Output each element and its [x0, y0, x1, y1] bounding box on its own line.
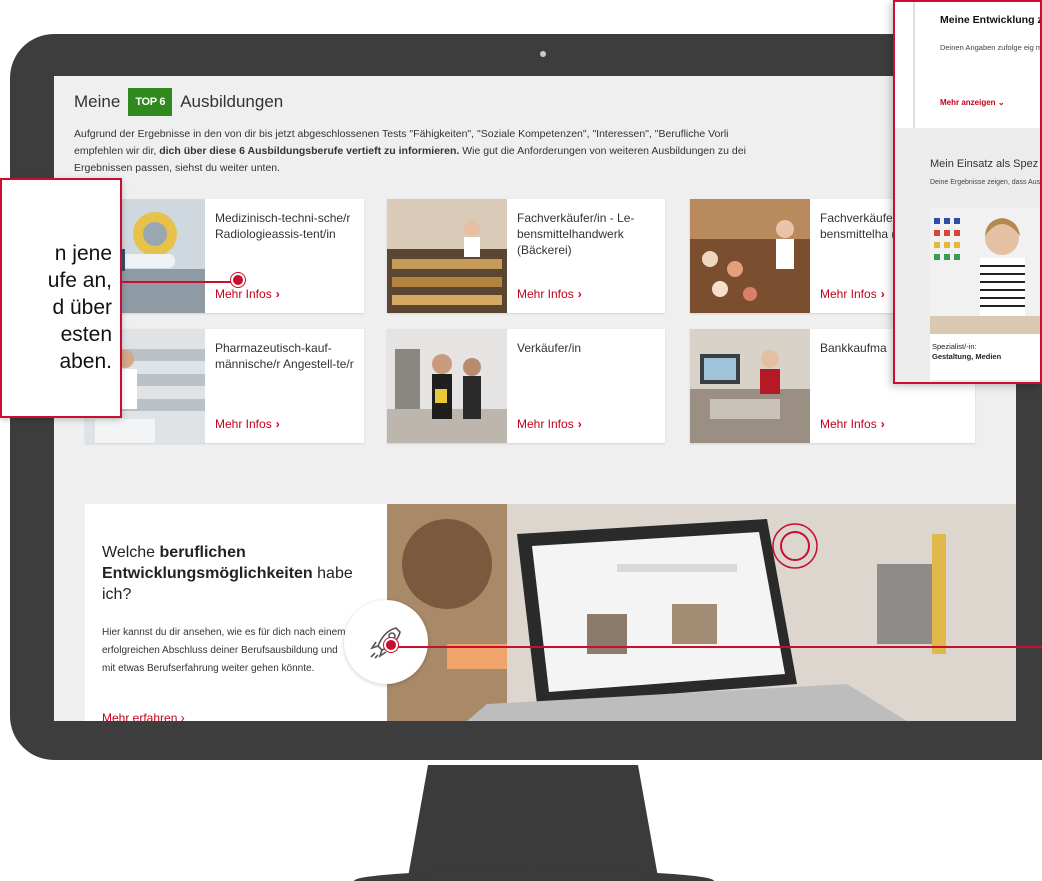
promo-heading-plain-1: Welche: [102, 544, 160, 561]
callout-line: d über: [52, 296, 112, 319]
chevron-right-icon: ›: [275, 417, 280, 431]
panel-bottom: Mein Einsatz als Spez Deine Ergebnisse z…: [895, 128, 1041, 382]
callout-line: n jene: [54, 242, 112, 265]
callout-leader-line: [392, 646, 1042, 648]
card-title: Fachverkäufer/in - Le-bensmittelhandwerk…: [517, 211, 635, 257]
more-info-label: Mehr Infos: [517, 417, 574, 431]
card-title: Pharmazeutisch-kauf-männische/r Angestel…: [215, 341, 354, 371]
intro-line-2: empfehlen wir dir, dich über diese 6 Aus…: [74, 143, 1014, 160]
more-info-link[interactable]: Mehr Infos ›: [517, 287, 582, 301]
callout-panel-right: Meine Entwicklung zu Führungskraft Deine…: [893, 0, 1042, 384]
intro-line-2-plain: empfehlen wir dir,: [74, 145, 160, 157]
more-info-label: Mehr Infos: [517, 287, 574, 301]
panel-top: Meine Entwicklung zu Führungskraft Deine…: [895, 2, 1042, 128]
card-baeckerei[interactable]: Fachverkäufer/in - Le-bensmittelhandwerk…: [387, 199, 665, 313]
panel-heading: Mein Einsatz als Spez: [930, 158, 1039, 170]
top6-badge: TOP 6: [128, 88, 173, 116]
specialist-image: [930, 208, 1040, 334]
intro-line-3: Ergebnissen passen, siehst du weiter unt…: [74, 162, 281, 174]
chevron-right-icon: ›: [577, 417, 582, 431]
show-more-label: Mehr anzeigen: [940, 98, 996, 107]
more-info-link[interactable]: Mehr Infos ›: [215, 417, 280, 431]
chevron-right-icon: ›: [880, 287, 885, 301]
camera-dot: [540, 51, 546, 57]
intro-line-2-rest: Wie gut die Anforderungen von weiteren A…: [459, 145, 746, 157]
chevron-right-icon: ›: [180, 711, 185, 721]
screen: Meine TOP 6 Ausbildungen Aufgrund der Er…: [54, 76, 1016, 721]
show-more-link[interactable]: Mehr anzeigen ⌄: [940, 98, 1005, 107]
panel-stripe: [913, 2, 915, 128]
intro-line-2-bold: dich über diese 6 Ausbildungsberufe vert…: [159, 145, 460, 157]
card-title: Verkäufer/in: [517, 341, 582, 355]
more-info-link[interactable]: Mehr Infos ›: [820, 287, 885, 301]
callout-line: ufe an,: [47, 269, 112, 292]
card-verkaeufer[interactable]: Verkäufer/in Mehr Infos ›: [387, 329, 665, 443]
more-info-link[interactable]: Mehr Infos ›: [517, 417, 582, 431]
more-info-link[interactable]: Mehr Infos ›: [215, 287, 280, 301]
specialist-caption: Spezialist/-in: Gestaltung, Medien: [930, 334, 1040, 380]
callout-left: n jene ufe an, d über esten aben.: [0, 178, 122, 418]
panel-text: Deinen Angaben zufolge eig möglicherweis…: [940, 43, 1042, 52]
more-info-label: Mehr Infos: [820, 287, 877, 301]
title-suffix: Ausbildungen: [180, 92, 284, 111]
intro-line-1: Aufgrund der Ergebnisse in den von dir b…: [74, 128, 729, 140]
title-prefix: Meine: [74, 92, 121, 111]
more-info-label: Mehr Infos: [215, 417, 272, 431]
chevron-down-icon: ⌄: [997, 98, 1005, 107]
panel-title: Meine Entwicklung zu Führungskraft: [940, 14, 1040, 26]
monitor-base: [354, 870, 714, 881]
promo-text: Hier kannst du dir ansehen, wie es für d…: [102, 627, 346, 674]
chevron-right-icon: ›: [880, 417, 885, 431]
callout-marker-dot: [384, 638, 398, 652]
callout-marker-dot: [231, 273, 245, 287]
caption-value: Gestaltung, Medien: [932, 352, 1002, 361]
callout-line: esten: [60, 323, 112, 346]
card-image: [690, 199, 810, 313]
callout-line: aben.: [59, 350, 112, 373]
card-image: [690, 329, 810, 443]
intro-text: Aufgrund der Ergebnisse in den von dir b…: [74, 126, 1014, 177]
laptop-image: [387, 504, 1016, 721]
chevron-right-icon: ›: [275, 287, 280, 301]
callout-leader-line: [122, 281, 240, 283]
more-info-label: Mehr Infos: [215, 287, 272, 301]
panel-text-2: Deine Ergebnisse zeigen, dass Ausbildung…: [930, 179, 1041, 186]
caption-label: Spezialist/-in:: [932, 342, 977, 351]
career-promo: Welche beruflichen Entwicklungsmöglichke…: [85, 504, 387, 721]
card-image: [387, 329, 507, 443]
chevron-right-icon: ›: [577, 287, 582, 301]
promo-more-link[interactable]: Mehr erfahren ›: [102, 711, 185, 721]
card-pharmazie[interactable]: Pharmazeutisch-kauf-männische/r Angestel…: [85, 329, 364, 443]
more-info-link[interactable]: Mehr Infos ›: [820, 417, 885, 431]
card-title: Medizinisch-techni-sche/r Radiologieassi…: [215, 211, 351, 241]
promo-heading: Welche beruflichen Entwicklungsmöglichke…: [102, 542, 362, 605]
more-info-label: Mehr Infos: [820, 417, 877, 431]
promo-more-label: Mehr erfahren: [102, 711, 178, 721]
card-radiologie[interactable]: Medizinisch-techni-sche/r Radiologieassi…: [85, 199, 364, 313]
monitor-stand: [408, 765, 658, 877]
page-title: Meine TOP 6 Ausbildungen: [74, 88, 283, 116]
card-image: [387, 199, 507, 313]
